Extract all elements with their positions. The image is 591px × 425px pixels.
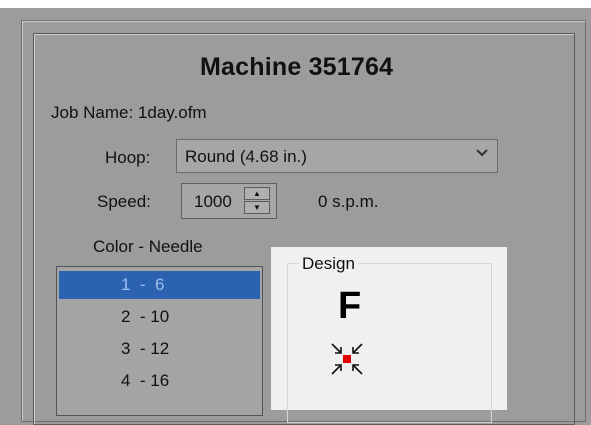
window-top-strip <box>0 0 591 8</box>
design-panel: Design F <box>271 247 507 423</box>
color-needle-list[interactable]: 1 - 6 2 - 10 3 - 12 4 - 16 <box>56 266 263 416</box>
compress-arrows-icon <box>329 341 365 377</box>
hoop-select[interactable]: Round (4.68 in.) <box>176 139 498 173</box>
spin-up-icon[interactable]: ▲ <box>244 187 270 200</box>
design-legend: Design <box>299 254 358 274</box>
spin-down-icon[interactable]: ▼ <box>244 201 270 214</box>
list-item[interactable]: 1 - 6 <box>59 271 260 299</box>
list-item-text: 2 - 10 <box>121 307 170 326</box>
design-group-box <box>287 263 492 423</box>
color-needle-label: Color - Needle <box>93 237 203 256</box>
list-item-text: 1 - 6 <box>121 275 165 294</box>
spm-readout: 0 s.p.m. <box>318 192 379 211</box>
list-item-text: 3 - 12 <box>121 339 170 358</box>
hoop-select-value: Round (4.68 in.) <box>185 147 307 166</box>
speed-spinner[interactable]: ▲ ▼ <box>244 187 272 215</box>
speed-input[interactable]: 1000 ▲ ▼ <box>181 183 277 219</box>
list-item-text: 4 - 16 <box>121 371 170 390</box>
hoop-label: Hoop: <box>105 148 151 167</box>
list-item[interactable]: 2 - 10 <box>59 303 260 331</box>
job-name-label: Job Name: 1day.ofm <box>51 103 207 122</box>
chevron-down-icon[interactable] <box>475 146 489 163</box>
list-item[interactable]: 4 - 16 <box>59 367 260 395</box>
machine-title: Machine 351764 <box>200 53 394 81</box>
list-item[interactable]: 3 - 12 <box>59 335 260 363</box>
speed-label: Speed: <box>97 192 151 211</box>
speed-value[interactable]: 1000 <box>194 192 232 212</box>
design-preview-letter: F <box>338 285 362 327</box>
